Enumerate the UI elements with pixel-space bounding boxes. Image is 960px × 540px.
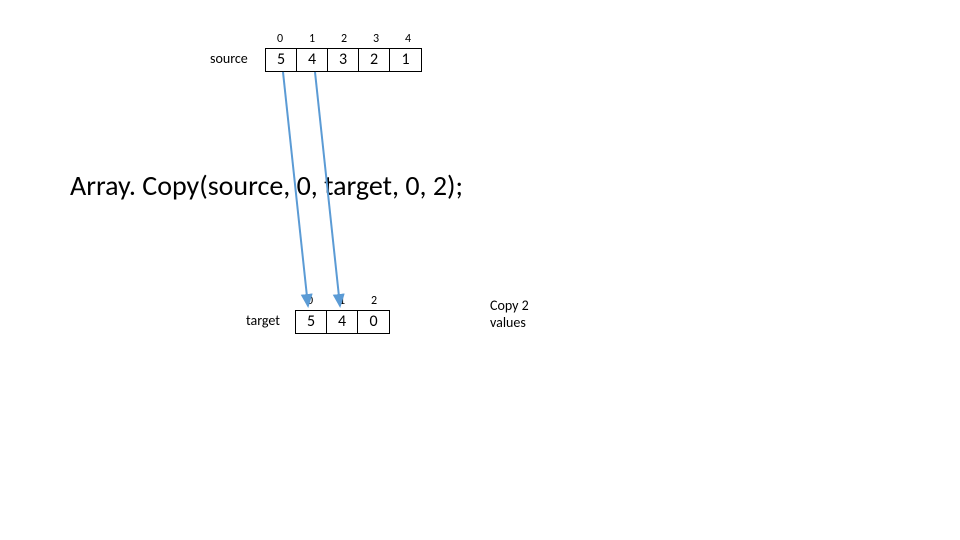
array-cell: 2 — [359, 49, 390, 71]
index-label: 2 — [328, 32, 360, 46]
array-cell: 3 — [328, 49, 359, 71]
target-label: target — [246, 312, 280, 329]
index-label: 3 — [360, 32, 392, 46]
array-cell: 5 — [296, 311, 327, 333]
target-index-row: 0 1 2 — [294, 294, 390, 308]
annotation-line: values — [490, 315, 529, 332]
copy-annotation: Copy 2 values — [490, 298, 529, 332]
code-line: Array. Copy(source, 0, target, 0, 2); — [70, 168, 463, 203]
target-array: 5 4 0 — [295, 310, 390, 334]
source-label: source — [210, 50, 248, 67]
source-index-row: 0 1 2 3 4 — [264, 32, 424, 46]
index-label: 0 — [294, 294, 326, 308]
array-cell: 4 — [327, 311, 358, 333]
index-label: 2 — [358, 294, 390, 308]
array-cell: 1 — [390, 49, 421, 71]
index-label: 4 — [392, 32, 424, 46]
annotation-line: Copy 2 — [490, 298, 529, 315]
arrows-overlay — [0, 0, 960, 540]
array-cell: 0 — [358, 311, 389, 333]
array-cell: 5 — [266, 49, 297, 71]
index-label: 0 — [264, 32, 296, 46]
index-label: 1 — [296, 32, 328, 46]
source-array: 5 4 3 2 1 — [265, 48, 422, 72]
array-cell: 4 — [297, 49, 328, 71]
index-label: 1 — [326, 294, 358, 308]
